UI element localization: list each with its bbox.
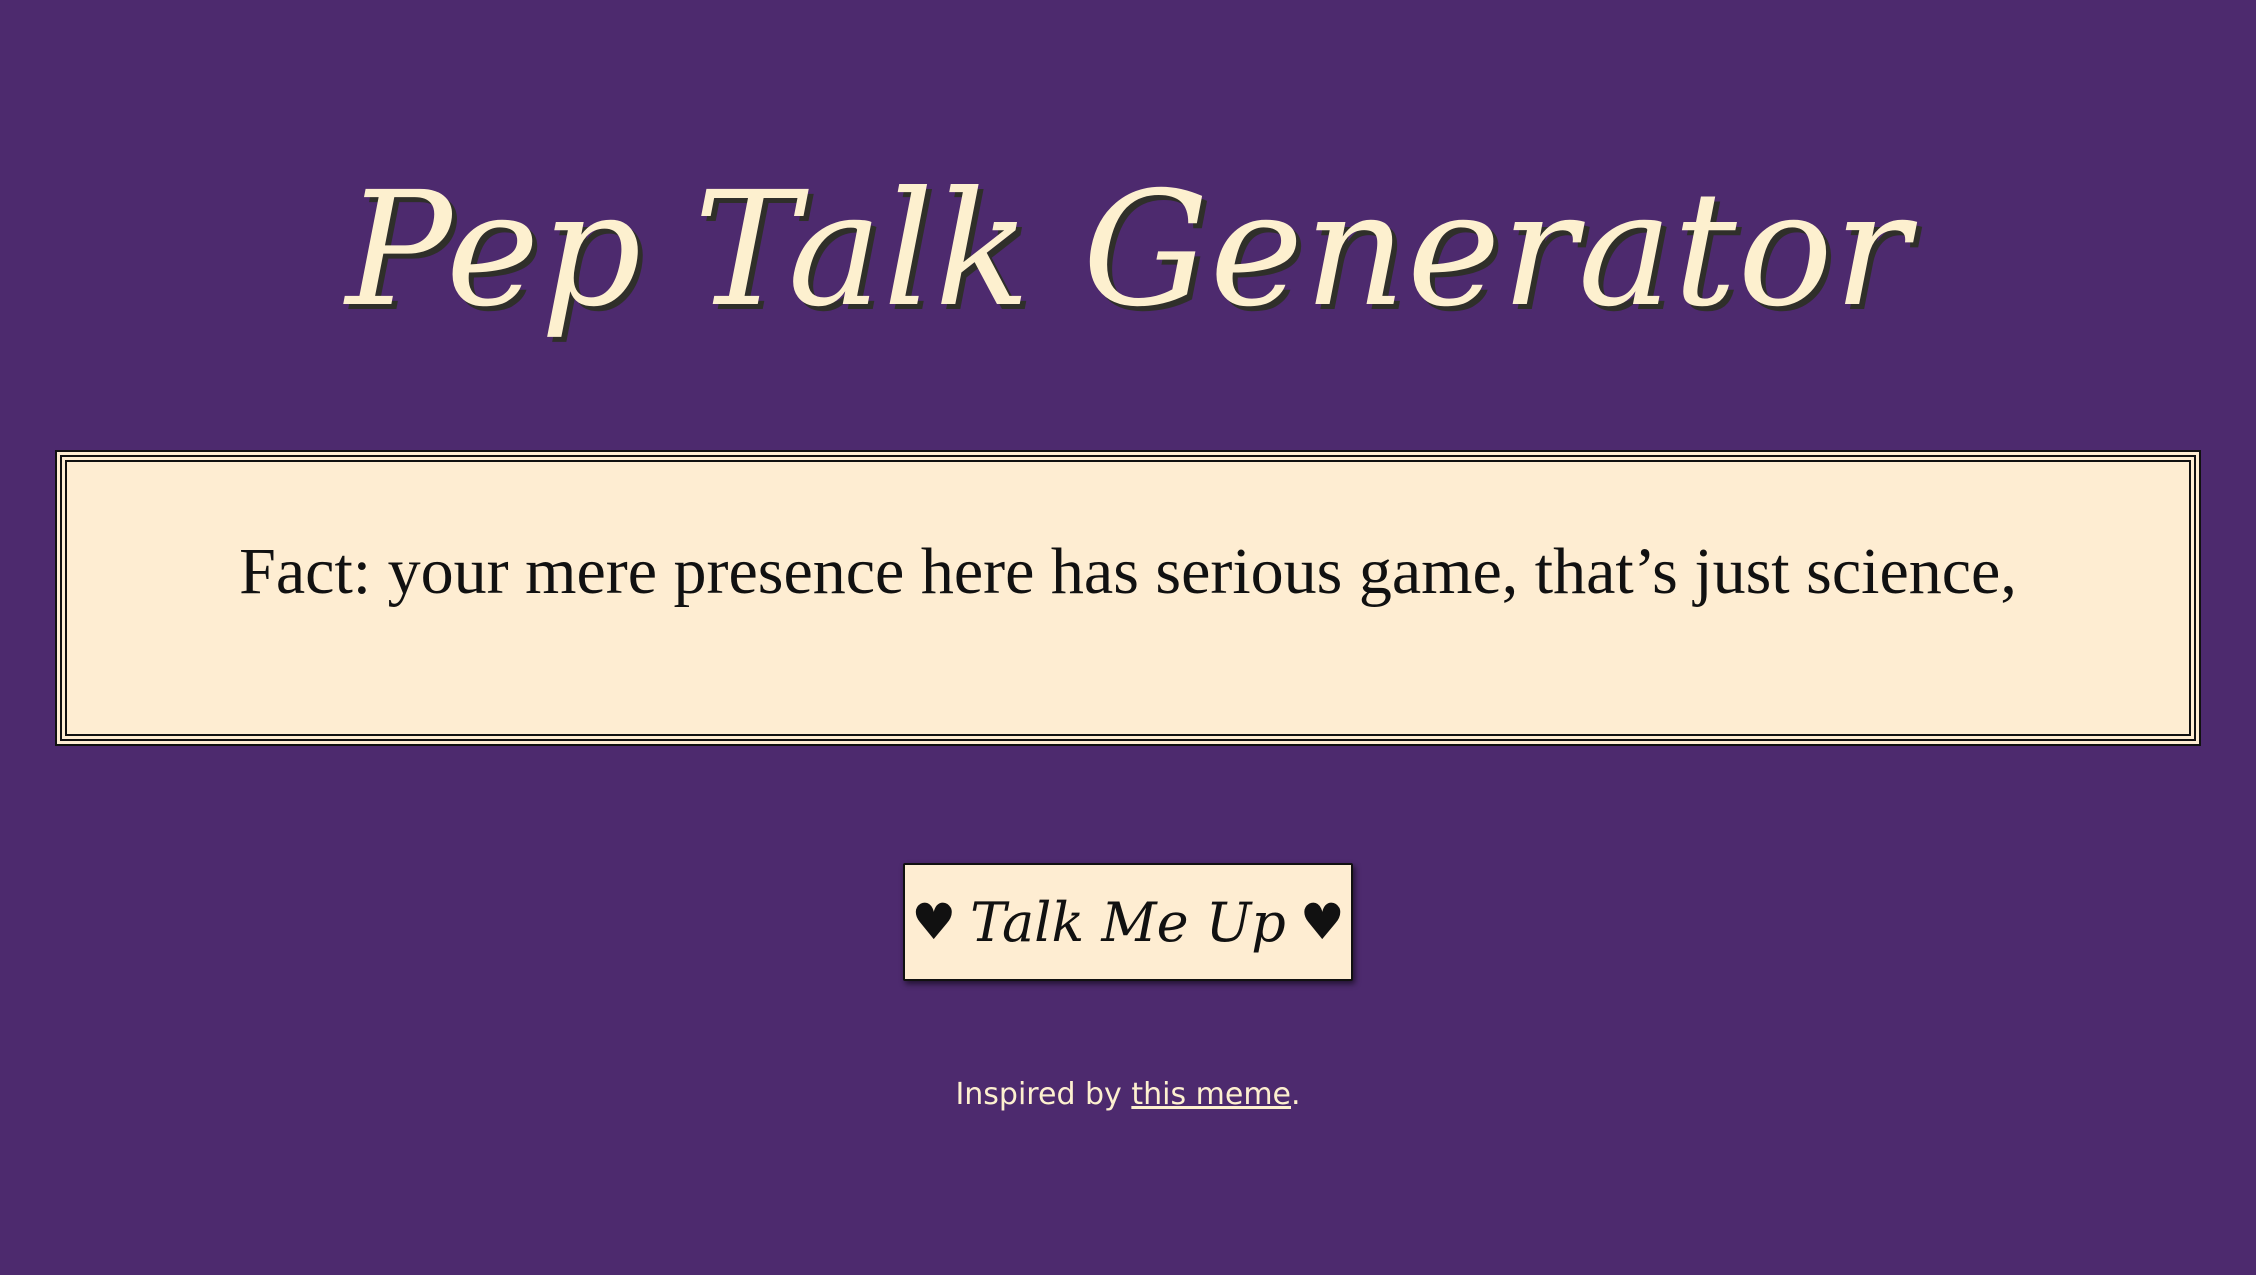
- pep-talk-text: Fact: your mere presence here has seriou…: [239, 535, 2017, 608]
- footer-prefix: Inspired by: [955, 1077, 1132, 1112]
- page: Pep Talk Generator Fact: your mere prese…: [0, 0, 2256, 1275]
- heart-icon: ♥: [911, 893, 957, 951]
- heart-icon: ♥: [1299, 893, 1345, 951]
- page-title: Pep Talk Generator: [345, 158, 1911, 342]
- talk-me-up-button[interactable]: ♥ Talk Me Up ♥: [903, 863, 1353, 981]
- pep-talk-box: Fact: your mere presence here has seriou…: [57, 452, 2199, 744]
- footer-suffix: .: [1291, 1077, 1301, 1112]
- meme-link[interactable]: this meme: [1131, 1077, 1291, 1112]
- talk-me-up-label: Talk Me Up: [970, 890, 1286, 954]
- footer-credit: Inspired by this meme.: [0, 1075, 2256, 1115]
